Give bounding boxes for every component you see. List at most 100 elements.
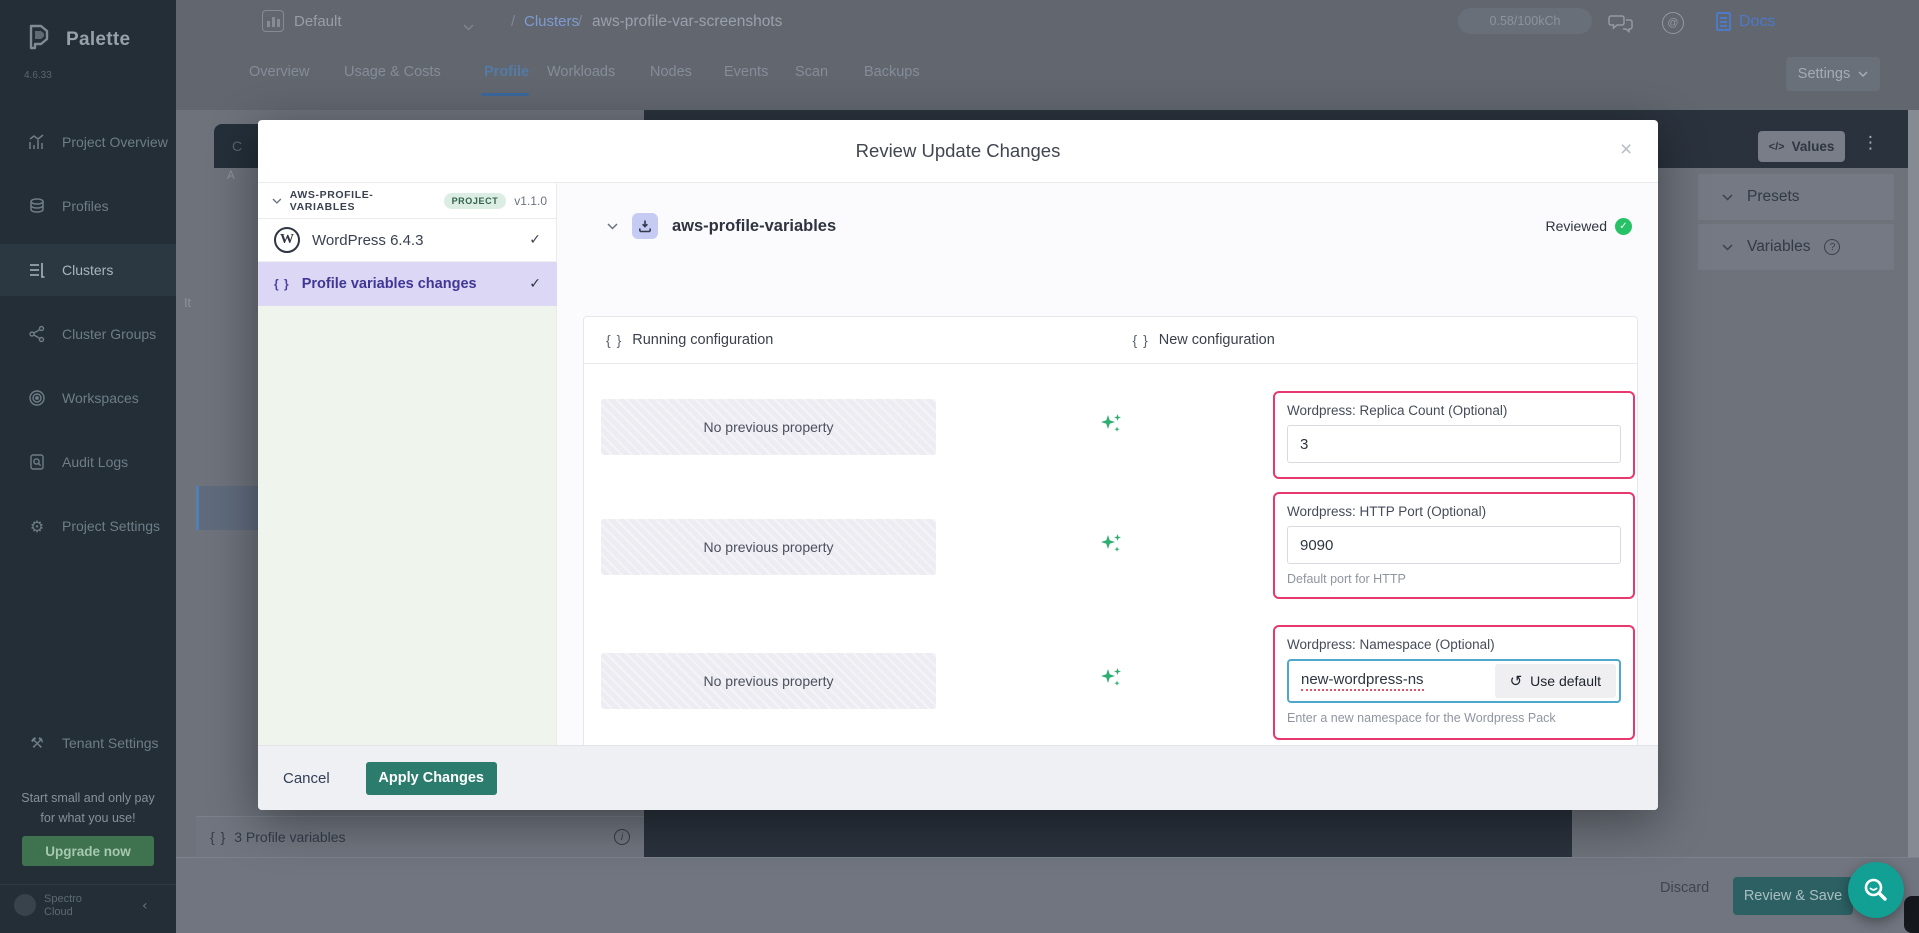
cancel-button[interactable]: Cancel [283, 770, 330, 787]
sidebar-item-label: Project Overview [62, 134, 168, 150]
check-icon: ✓ [529, 276, 541, 292]
app-screen: Palette 4.6.33 Project Overview Profiles… [0, 0, 1919, 933]
sidebar-item-label: Workspaces [62, 390, 139, 406]
field-label: Wordpress: HTTP Port (Optional) [1287, 504, 1621, 519]
chevron-down-icon[interactable] [463, 18, 474, 36]
sidebar-item-label: Project Settings [62, 518, 160, 534]
revert-icon: ↺ [1510, 672, 1523, 690]
sidebar-item-label: Profiles [62, 198, 109, 214]
active-tab-underline [481, 93, 529, 96]
docs-link[interactable]: Docs [1716, 12, 1775, 31]
sidebar-item-label: Clusters [62, 262, 113, 278]
brace-icon: { } [210, 829, 226, 845]
field-label: Wordpress: Replica Count (Optional) [1287, 403, 1621, 418]
search-assistant-widget[interactable] [1848, 862, 1904, 918]
breadcrumb-separator: / [578, 13, 582, 30]
brand-name: Palette [66, 29, 130, 51]
settings-dropdown-button[interactable]: Settings [1786, 57, 1880, 91]
annotation-highlight: Wordpress: HTTP Port (Optional) Default … [1273, 492, 1635, 599]
sidebar-item-cluster-groups[interactable]: Cluster Groups [0, 308, 176, 360]
left-panel-background [258, 306, 556, 745]
layers-icon [28, 197, 46, 215]
org-avatar [14, 894, 36, 916]
check-icon: ✓ [529, 232, 541, 248]
pack-item-wordpress[interactable]: W WordPress 6.4.3 ✓ [258, 219, 557, 262]
variables-section-header[interactable]: Variables ? [1698, 224, 1894, 270]
sidebar-item-audit-logs[interactable]: Audit Logs [0, 436, 176, 488]
pack-section-header: aws-profile-variables Reviewed ✓ [557, 211, 1658, 241]
tab-nodes[interactable]: Nodes [650, 64, 692, 80]
background-text-fragment: A [227, 170, 235, 182]
sparkle-new-icon [1094, 410, 1128, 436]
wordpress-logo-icon: W [274, 227, 300, 253]
profile-variables-changes-item[interactable]: { } Profile variables changes ✓ [258, 262, 557, 306]
upgrade-now-button[interactable]: Upgrade now [22, 836, 154, 866]
info-icon[interactable]: i [614, 829, 630, 845]
modal-left-panel: AWS-PROFILE-VARIABLES PROJECT v1.1.0 W W… [258, 183, 557, 745]
use-default-button[interactable]: ↺ Use default [1495, 664, 1616, 698]
chat-icon[interactable] [1608, 12, 1634, 41]
replica-count-input[interactable] [1287, 425, 1621, 463]
corner-widget-tab[interactable] [1904, 896, 1919, 933]
kebab-menu-icon[interactable]: ⋮ [1862, 133, 1879, 153]
tab-usage-costs[interactable]: Usage & Costs [344, 64, 441, 80]
breadcrumb-clusters-link[interactable]: Clusters [524, 13, 579, 30]
sidebar-item-profiles[interactable]: Profiles [0, 180, 176, 232]
review-update-changes-modal: Review Update Changes × AWS-PROFILE-VARI… [258, 120, 1658, 810]
tab-backups[interactable]: Backups [864, 64, 920, 80]
profile-variables-summary-bar[interactable]: { } 3 Profile variables i [196, 816, 644, 857]
help-icon[interactable]: ? [1824, 239, 1840, 255]
presets-section-header[interactable]: Presets [1698, 174, 1894, 220]
running-configuration-header: { } Running configuration [584, 317, 1111, 363]
upgrade-promo-line1: Start small and only pay [0, 788, 176, 808]
values-button[interactable]: </> Values [1758, 131, 1845, 162]
namespace-input[interactable]: new-wordpress-ns [1289, 661, 1492, 701]
field-helper: Enter a new namespace for the Wordpress … [1287, 711, 1621, 725]
page-scrollbar[interactable] [1908, 110, 1919, 857]
close-icon[interactable]: × [1620, 138, 1632, 162]
project-icon [262, 10, 284, 32]
reviewed-status: Reviewed ✓ [1546, 218, 1632, 235]
target-icon [28, 389, 46, 407]
sidebar-item-project-overview[interactable]: Project Overview [0, 116, 176, 168]
profile-name: AWS-PROFILE-VARIABLES [290, 189, 436, 213]
sidebar-item-project-settings[interactable]: ⚙ Project Settings [0, 500, 176, 552]
sidebar-item-workspaces[interactable]: Workspaces [0, 372, 176, 424]
discard-button[interactable]: Discard [1660, 880, 1709, 896]
project-selector[interactable]: Default [294, 13, 342, 30]
sidebar-item-clusters[interactable]: Clusters [0, 244, 176, 296]
sidebar-item-label: Audit Logs [62, 454, 128, 470]
upgrade-promo-line2: for what you use! [0, 808, 176, 828]
tab-overview[interactable]: Overview [249, 64, 309, 80]
sidebar-collapse-icon[interactable]: ‹ [142, 898, 148, 914]
diff-rows: No previous property Wordpress: Replica … [584, 364, 1637, 762]
modal-header: Review Update Changes × [258, 120, 1658, 183]
chevron-down-icon[interactable] [607, 223, 618, 230]
apply-changes-button[interactable]: Apply Changes [366, 762, 497, 795]
sidebar-item-tenant-settings[interactable]: ⚒ Tenant Settings [0, 717, 176, 769]
tools-icon: ⚒ [28, 734, 46, 752]
usage-meter: 0.58/100kCh [1458, 8, 1592, 34]
namespace-input-wrap: new-wordpress-ns ↺ Use default [1287, 659, 1621, 703]
annotation-highlight: Wordpress: Replica Count (Optional) [1273, 391, 1635, 479]
clusters-icon [28, 261, 46, 279]
review-save-button[interactable]: Review & Save [1733, 877, 1853, 915]
app-version: 4.6.33 [24, 70, 52, 81]
profile-header[interactable]: AWS-PROFILE-VARIABLES PROJECT v1.1.0 [258, 183, 557, 219]
tab-workloads[interactable]: Workloads [547, 64, 615, 80]
annotation-highlight: Wordpress: Namespace (Optional) new-word… [1273, 625, 1635, 740]
diff-column-headers: { } Running configuration { } New config… [584, 317, 1637, 364]
tab-profile[interactable]: Profile [484, 64, 529, 80]
brand: Palette [22, 20, 130, 59]
support-at-icon[interactable]: @ [1662, 12, 1684, 34]
magnifier-icon [1861, 875, 1891, 905]
tab-events[interactable]: Events [724, 64, 768, 80]
http-port-input[interactable] [1287, 526, 1621, 564]
modal-title: Review Update Changes [258, 140, 1658, 162]
page-footer: Discard Review & Save [176, 857, 1919, 933]
no-previous-property-box: No previous property [601, 653, 936, 709]
code-icon: </> [1769, 141, 1785, 153]
tab-scan[interactable]: Scan [795, 64, 828, 80]
doc-icon [1716, 12, 1731, 31]
background-card-fragment: C [214, 124, 258, 168]
